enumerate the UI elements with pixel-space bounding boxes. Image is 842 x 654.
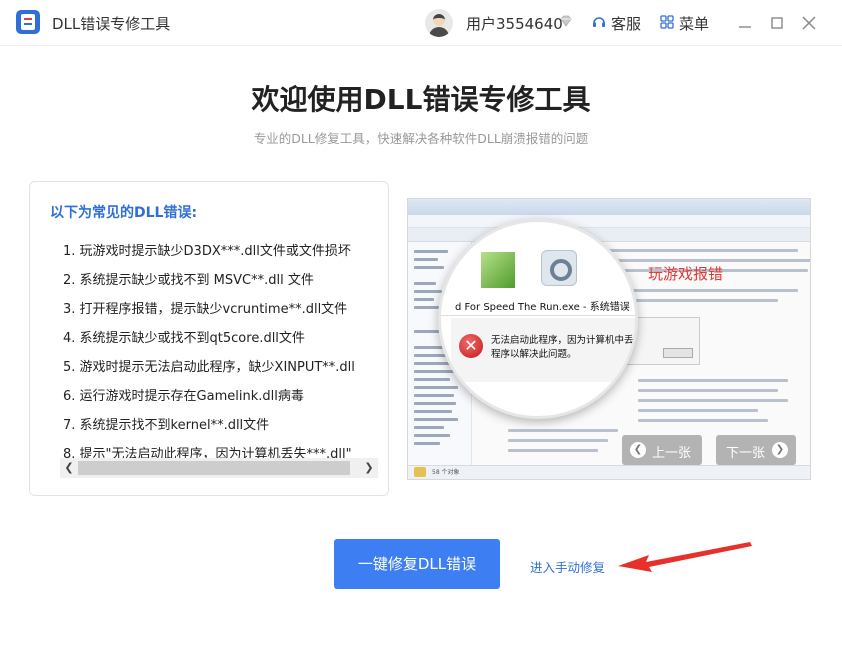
folder-icon: [414, 467, 426, 477]
page-subtitle: 专业的DLL修复工具，快速解决各种软件DLL崩溃报错的问题: [253, 131, 589, 146]
errors-heading: 以下为常见的DLL错误:: [50, 205, 198, 221]
title-bar: DLL错误专修工具 用户3554640 客服 菜单: [0, 0, 842, 46]
error-list-item: 1. 玩游戏时提示缺少D3DX***.dll文件或文件损坏: [63, 244, 351, 259]
errors-list: 1. 玩游戏时提示缺少D3DX***.dll文件或文件损坏 2. 系统提示缺少或…: [63, 234, 388, 461]
page-title: 欢迎使用DLL错误专修工具: [251, 83, 591, 116]
carousel-caption: 玩游戏报错: [648, 265, 724, 283]
horizontal-scrollbar[interactable]: ❮ ❯: [60, 458, 378, 478]
service-button[interactable]: 客服: [611, 13, 641, 34]
error-list-item: 3. 打开程序报错，提示缺少vcruntime**.dll文件: [63, 302, 348, 317]
dialog-message-line1: 无法启动此程序，因为计算机中丢: [491, 335, 634, 346]
close-icon[interactable]: [798, 12, 820, 34]
error-x-icon: ✕: [459, 334, 483, 358]
example-carousel: 58 个对象 d For Speed The Run.exe - 系统错误 ✕ …: [407, 198, 811, 480]
settings-file-icon: [541, 250, 577, 286]
menu-button[interactable]: 菜单: [679, 13, 709, 34]
chevron-right-icon: ❯: [772, 442, 788, 458]
next-slide-button[interactable]: 下一张 ❯: [716, 435, 796, 465]
manual-fix-link[interactable]: 进入手动修复: [530, 557, 605, 576]
error-list-item: 6. 运行游戏时提示存在Gamelink.dll病毒: [63, 389, 304, 404]
dialog-message-line2: 程序以解决此问题。: [491, 349, 577, 360]
scroll-right-arrow-icon[interactable]: ❯: [362, 460, 376, 476]
minimize-icon[interactable]: [734, 12, 756, 34]
prev-slide-button[interactable]: ❮ 上一张: [622, 435, 702, 465]
headset-icon[interactable]: [591, 14, 607, 30]
error-list-item: 4. 系统提示缺少或找不到qt5core.dll文件: [63, 331, 305, 346]
dialog-title: d For Speed The Run.exe - 系统错误: [455, 302, 630, 313]
app-title: DLL错误专修工具: [52, 15, 171, 33]
error-list-item: 5. 游戏时提示无法启动此程序，缺少XINPUT**.dll: [63, 360, 355, 375]
horizontal-scroll-thumb[interactable]: [78, 461, 350, 475]
maximize-icon[interactable]: [766, 12, 788, 34]
common-errors-panel: 以下为常见的DLL错误: 1. 玩游戏时提示缺少D3DX***.dll文件或文件…: [29, 181, 389, 496]
explorer-status-text: 58 个对象: [432, 469, 460, 476]
magnified-error-dialog: d For Speed The Run.exe - 系统错误 ✕ 无法启动此程序…: [438, 219, 638, 419]
app-logo-icon: [16, 10, 40, 34]
one-click-fix-button[interactable]: 一键修复DLL错误: [334, 539, 500, 589]
chevron-left-icon: ❮: [630, 442, 646, 458]
grid-menu-icon[interactable]: [660, 15, 674, 29]
scroll-left-arrow-icon[interactable]: ❮: [62, 460, 76, 476]
prev-slide-label: 上一张: [652, 446, 692, 461]
error-list-item: 2. 系统提示缺少或找不到 MSVC**.dll 文件: [63, 273, 314, 288]
game-file-icon: [481, 252, 515, 288]
user-avatar[interactable]: [425, 9, 453, 37]
error-list-item: 7. 系统提示找不到kernel**.dll文件: [63, 418, 270, 433]
vip-diamond-icon[interactable]: [559, 14, 573, 28]
next-slide-label: 下一张: [726, 446, 766, 461]
user-name[interactable]: 用户3554640: [466, 13, 563, 34]
pointer-arrow-icon: [618, 542, 752, 572]
